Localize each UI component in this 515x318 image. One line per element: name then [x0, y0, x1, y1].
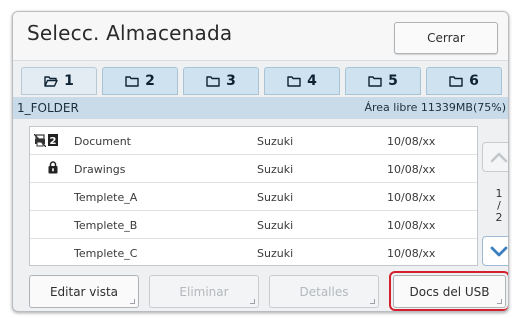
tab-folder-6[interactable]: 6 [426, 67, 502, 95]
tab-label: 5 [388, 73, 398, 89]
edit-view-label: Editar vista [49, 284, 119, 299]
file-owner: Suzuki [257, 163, 294, 176]
close-button[interactable]: Cerrar [394, 22, 498, 54]
tab-label: 6 [469, 73, 479, 89]
tab-folder-3[interactable]: 3 [183, 67, 259, 95]
tab-label: 1 [64, 73, 74, 89]
svg-text:2: 2 [50, 136, 57, 146]
folder-icon [368, 75, 382, 87]
tab-folder-1[interactable]: 1 [21, 67, 97, 95]
file-name: Templete_B [74, 219, 138, 232]
file-name: Drawings [74, 163, 126, 176]
badge-2-icon: 2 [48, 134, 58, 146]
page-indicator: 1 / 2 [485, 188, 508, 224]
file-row[interactable]: Templete_C Suzuki 10/08/xx [30, 239, 477, 267]
file-row[interactable]: Drawings Suzuki 10/08/xx [30, 155, 477, 183]
file-date: 10/08/xx [387, 191, 436, 204]
scroll-down-button[interactable] [482, 236, 508, 266]
dialog-title: Selecc. Almacenada [27, 21, 233, 45]
tab-label: 3 [226, 73, 236, 89]
folder-open-icon [44, 75, 58, 87]
page-total: 2 [495, 211, 503, 224]
folder-info-bar: 1_FOLDER Área libre 11339MB(75%) [13, 97, 508, 119]
file-name: Templete_C [74, 247, 138, 260]
chevron-up-icon [490, 152, 508, 162]
usb-button-highlight [389, 271, 508, 311]
button-corner-mark [250, 299, 255, 304]
details-label: Detalles [299, 284, 349, 299]
file-owner: Suzuki [257, 135, 294, 148]
file-name: Document [74, 135, 131, 148]
folder-icon [287, 75, 301, 87]
stored-selection-dialog: Selecc. Almacenada Cerrar 1 2 3 4 5 6 1_ [12, 11, 509, 312]
tab-label: 4 [307, 73, 317, 89]
details-button[interactable]: Detalles [269, 275, 379, 308]
lock-icon [48, 161, 58, 174]
file-icons [34, 161, 58, 177]
dialog-header: Selecc. Almacenada Cerrar [13, 12, 508, 61]
file-row[interactable]: Templete_B Suzuki 10/08/xx [30, 211, 477, 239]
chevron-down-icon [490, 246, 508, 256]
file-list: 2 Document Suzuki 10/08/xx Drawings Suzu… [29, 126, 478, 266]
scroll-up-button[interactable] [482, 142, 508, 172]
folder-icon [449, 75, 463, 87]
tab-folder-2[interactable]: 2 [102, 67, 178, 95]
button-corner-mark [370, 299, 375, 304]
delete-button[interactable]: Eliminar [149, 275, 259, 308]
file-date: 10/08/xx [387, 247, 436, 260]
folder-tabs: 1 2 3 4 5 6 [21, 67, 502, 95]
button-corner-mark [130, 299, 135, 304]
file-date: 10/08/xx [387, 135, 436, 148]
folder-name: 1_FOLDER [17, 101, 79, 115]
file-row[interactable]: Templete_A Suzuki 10/08/xx [30, 183, 477, 211]
no-print-icon [34, 134, 46, 147]
tab-folder-4[interactable]: 4 [264, 67, 340, 95]
tab-label: 2 [145, 73, 155, 89]
file-name: Templete_A [74, 191, 138, 204]
file-date: 10/08/xx [387, 163, 436, 176]
folder-icon [206, 75, 220, 87]
file-date: 10/08/xx [387, 219, 436, 232]
file-owner: Suzuki [257, 191, 294, 204]
folder-icon [125, 75, 139, 87]
file-owner: Suzuki [257, 219, 294, 232]
file-icons: 2 [34, 133, 58, 149]
edit-view-button[interactable]: Editar vista [29, 275, 139, 308]
delete-label: Eliminar [179, 284, 229, 299]
free-space-indicator: Área libre 11339MB(75%) [364, 101, 506, 114]
file-owner: Suzuki [257, 247, 294, 260]
file-row[interactable]: 2 Document Suzuki 10/08/xx [30, 127, 477, 155]
tab-folder-5[interactable]: 5 [345, 67, 421, 95]
